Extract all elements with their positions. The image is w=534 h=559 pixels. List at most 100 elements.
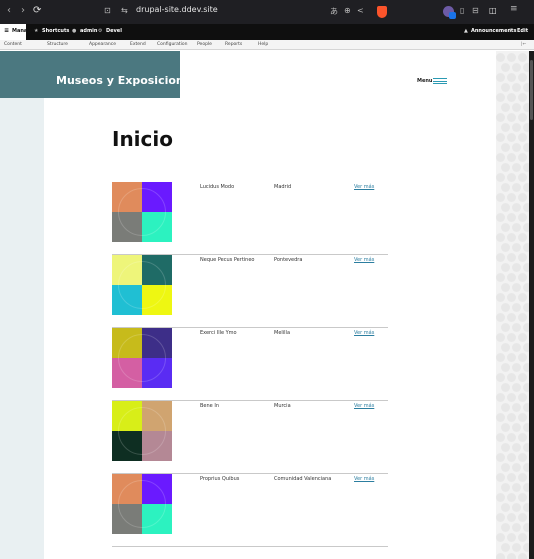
pattern-dot	[501, 243, 510, 252]
pattern-dot	[518, 553, 527, 559]
devel-icon: ⚙	[98, 28, 103, 34]
pattern-dot	[512, 63, 521, 72]
subtoolbar-appearance[interactable]: Appearance	[89, 42, 116, 47]
edit-label[interactable]: Edit	[517, 28, 528, 34]
pattern-dot	[518, 253, 527, 262]
item-link[interactable]: Ver más	[354, 476, 374, 482]
scrollbar-track[interactable]	[529, 51, 534, 559]
admin-subtoolbar: Content Structure Appearance Extend Conf…	[0, 40, 534, 50]
pattern-dot	[512, 483, 521, 492]
pattern-dot	[518, 113, 527, 122]
hamburger-icon: ≡	[4, 27, 10, 34]
table-row: Bene In Murcia Ver más	[112, 401, 388, 474]
page-title: Inicio	[112, 127, 173, 151]
pattern-dot	[501, 383, 510, 392]
pattern-dot	[496, 113, 505, 122]
pattern-dot	[507, 553, 516, 559]
item-name: Neque Pecus Pertineo	[200, 257, 255, 263]
pattern-dot	[518, 333, 527, 342]
pattern-dot	[512, 383, 521, 392]
admin-toolbar: ≡ Manage ★ Shortcuts ● admin ⚙ Devel ▲ A…	[0, 24, 534, 40]
pattern-dot	[518, 233, 527, 242]
subtoolbar-configuration[interactable]: Configuration	[157, 42, 188, 47]
pattern-dot	[512, 83, 521, 92]
item-thumbnail[interactable]	[112, 401, 172, 461]
item-link[interactable]: Ver más	[354, 330, 374, 336]
item-link[interactable]: Ver más	[354, 257, 374, 263]
pattern-dot	[512, 423, 521, 432]
pattern-dot	[496, 273, 505, 282]
subtoolbar-people[interactable]: People	[197, 42, 212, 47]
item-name: Lucidus Modo	[200, 184, 235, 190]
pattern-dot	[518, 533, 527, 542]
wallet-icon[interactable]: ⊟	[472, 6, 479, 15]
pattern-dot	[512, 403, 521, 412]
subtoolbar-help[interactable]: Help	[258, 42, 268, 47]
pattern-dot	[501, 283, 510, 292]
pattern-dot	[512, 123, 521, 132]
pattern-dot	[518, 293, 527, 302]
pattern-dot	[496, 313, 505, 322]
back-icon[interactable]: ‹	[7, 5, 11, 17]
pattern-dot	[501, 323, 510, 332]
pattern-dot	[512, 183, 521, 192]
site-settings-icon[interactable]: ⇆	[121, 6, 128, 15]
zoom-icon[interactable]: ⊕	[344, 6, 351, 15]
share-icon[interactable]: <	[357, 6, 364, 15]
split-view-icon[interactable]: ◫	[489, 6, 497, 15]
toolbar-orientation-icon[interactable]: |←	[521, 42, 526, 47]
menu-label[interactable]: Menu	[417, 78, 433, 84]
item-thumbnail[interactable]	[112, 182, 172, 242]
subtoolbar-structure[interactable]: Structure	[47, 42, 68, 47]
pattern-dot	[501, 543, 510, 552]
pattern-dot	[507, 313, 516, 322]
pattern-dot	[507, 453, 516, 462]
translate-icon[interactable]: あ	[330, 6, 338, 17]
pattern-dot	[496, 553, 505, 559]
user-label[interactable]: admin	[80, 28, 97, 34]
pattern-dot	[512, 143, 521, 152]
pattern-dot	[507, 473, 516, 482]
pattern-dot	[501, 83, 510, 92]
manage-label[interactable]: Manage	[12, 28, 34, 34]
sidebar-icon[interactable]: ▯	[460, 6, 464, 15]
subtoolbar-reports[interactable]: Reports	[225, 42, 242, 47]
scrollbar-thumb[interactable]	[530, 60, 533, 120]
subtoolbar-extend[interactable]: Extend	[130, 42, 146, 47]
item-thumbnail[interactable]	[112, 328, 172, 388]
item-place: Comunidad Valenciana	[274, 476, 332, 482]
pattern-dot	[518, 493, 527, 502]
pattern-dot	[501, 263, 510, 272]
pattern-dot	[507, 153, 516, 162]
reload-icon[interactable]: ⟳	[33, 5, 41, 17]
page: Museos y Exposiciones Menu Inicio Lucidu…	[0, 51, 496, 559]
pattern-dot	[512, 263, 521, 272]
pattern-dot	[501, 363, 510, 372]
devel-label[interactable]: Devel	[106, 28, 122, 34]
item-link[interactable]: Ver más	[354, 184, 374, 190]
subtoolbar-content[interactable]: Content	[4, 42, 22, 47]
pattern-dot	[518, 413, 527, 422]
pattern-dot	[496, 453, 505, 462]
site-name[interactable]: Museos y Exposiciones	[56, 74, 198, 87]
pattern-dot	[496, 513, 505, 522]
bookmark-icon[interactable]: ⊡	[104, 6, 111, 15]
pattern-dot	[507, 93, 516, 102]
item-link[interactable]: Ver más	[354, 403, 374, 409]
url-text[interactable]: drupal-site.ddev.site	[136, 5, 218, 14]
pattern-dot	[507, 133, 516, 142]
brave-shield-icon[interactable]	[377, 6, 387, 18]
item-thumbnail[interactable]	[112, 255, 172, 315]
menu-hamburger-icon[interactable]	[433, 78, 447, 84]
pattern-dot	[501, 343, 510, 352]
item-place: Pontevedra	[274, 257, 303, 263]
thumbnail-arc	[118, 261, 166, 309]
pattern-dot	[496, 93, 505, 102]
pattern-dot	[518, 173, 527, 182]
forward-icon[interactable]: ›	[21, 5, 25, 17]
pattern-dot	[512, 283, 521, 292]
pattern-dot	[496, 493, 505, 502]
item-thumbnail[interactable]	[112, 474, 172, 534]
menu-icon[interactable]: ≡	[510, 4, 518, 14]
shortcuts-label[interactable]: Shortcuts	[42, 28, 69, 34]
